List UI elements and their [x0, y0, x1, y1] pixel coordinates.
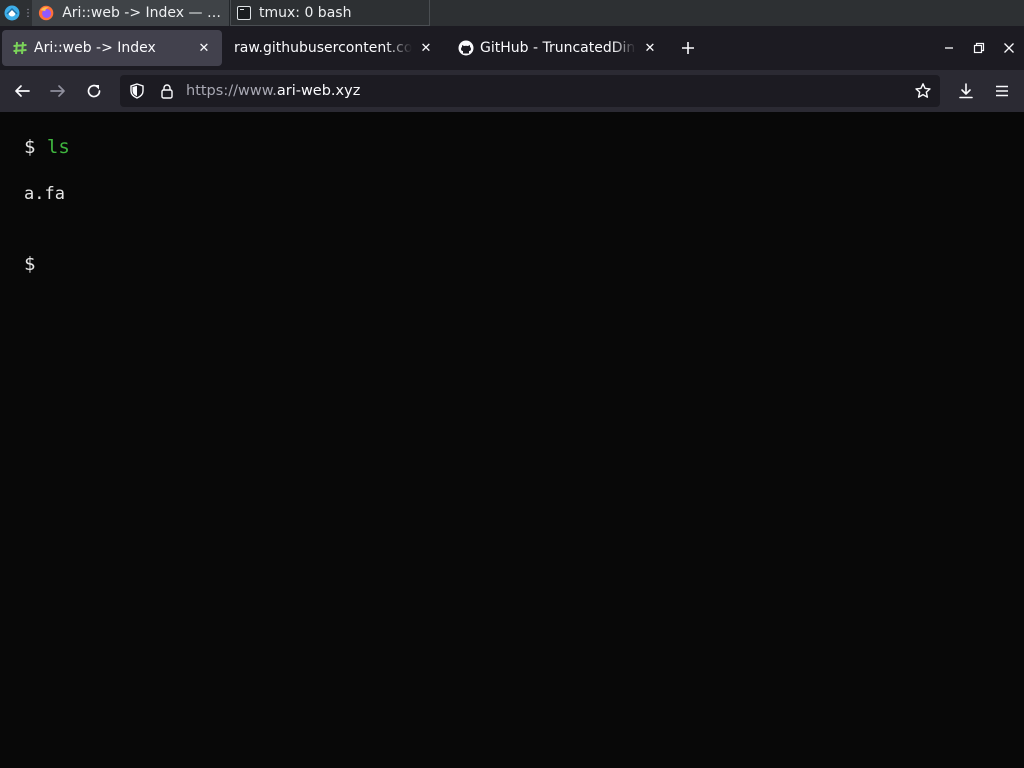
arrow-left-icon — [15, 85, 30, 97]
tab-bar: Ari::web -> Index ✕ raw.githubuserconten… — [0, 26, 1024, 70]
navigation-toolbar: https://www.ari-web.xyz — [0, 70, 1024, 112]
firefox-icon — [38, 5, 54, 21]
command-output: a.fa — [24, 184, 65, 204]
toolbar-right — [946, 75, 1018, 107]
close-window-button[interactable] — [994, 33, 1024, 63]
tab-github[interactable]: GitHub - TruncatedDinosour ✕ — [448, 30, 668, 66]
arrow-right-icon — [50, 85, 65, 97]
launcher-icon — [4, 5, 20, 21]
minimize-button[interactable] — [934, 33, 964, 63]
url-scheme: https://www. — [186, 83, 277, 99]
back-button[interactable] — [6, 75, 38, 107]
reload-button[interactable] — [78, 75, 110, 107]
new-tab-button[interactable] — [674, 34, 702, 62]
restore-button[interactable] — [964, 33, 994, 63]
terminal-icon — [237, 5, 251, 20]
close-icon — [1004, 43, 1014, 53]
task-tmux[interactable]: tmux: 0 bash — [230, 0, 430, 26]
menu-button[interactable] — [986, 75, 1018, 107]
prompt: $ — [24, 253, 36, 275]
app-launcher-button[interactable] — [0, 0, 24, 26]
bookmark-star-icon[interactable] — [912, 80, 934, 102]
taskbar-empty-area — [430, 0, 1024, 26]
tab-close-icon[interactable]: ✕ — [196, 40, 212, 56]
command: ls — [46, 136, 70, 158]
minimize-icon — [945, 47, 953, 49]
url-text[interactable]: https://www.ari-web.xyz — [186, 83, 904, 99]
taskbar-separator: ⋮ — [23, 7, 33, 19]
tab-title: raw.githubusercontent.com/ — [234, 40, 412, 56]
page-content: $ ls a.fa $ — [0, 112, 1024, 768]
task-label: tmux: 0 bash — [259, 4, 352, 21]
forward-button[interactable] — [42, 75, 74, 107]
reload-icon — [87, 84, 101, 98]
download-icon — [959, 83, 973, 99]
prompt: $ — [24, 136, 36, 158]
hash-favicon-icon — [13, 41, 27, 55]
tab-title: Ari::web -> Index — [34, 40, 156, 56]
tab-close-icon[interactable]: ✕ — [418, 40, 434, 56]
tab-close-icon[interactable]: ✕ — [642, 40, 658, 56]
tab-ari-web[interactable]: Ari::web -> Index ✕ — [2, 30, 222, 66]
task-firefox[interactable]: Ari::web -> Index — Mo... — [32, 0, 230, 26]
url-host: ari-web.xyz — [276, 83, 361, 99]
terminal-input-line[interactable]: $ — [24, 253, 35, 275]
address-bar[interactable]: https://www.ari-web.xyz — [120, 75, 940, 107]
tracking-protection-shield-icon[interactable] — [126, 80, 148, 102]
github-icon — [458, 40, 474, 56]
plus-icon — [682, 42, 694, 54]
restore-icon — [973, 42, 985, 54]
tab-raw-github[interactable]: raw.githubusercontent.com/ ✕ — [224, 30, 444, 66]
window-controls — [934, 33, 1024, 63]
lock-icon[interactable] — [156, 80, 178, 102]
tab-title: GitHub - TruncatedDinosour — [480, 40, 636, 56]
hamburger-menu-icon — [996, 85, 1008, 97]
terminal-command-line: $ ls — [24, 136, 70, 158]
os-taskbar: ⋮ Ari::web -> Index — Mo... tmux: 0 bash — [0, 0, 1024, 26]
task-label: Ari::web -> Index — Mo... — [62, 5, 223, 21]
downloads-button[interactable] — [950, 75, 982, 107]
